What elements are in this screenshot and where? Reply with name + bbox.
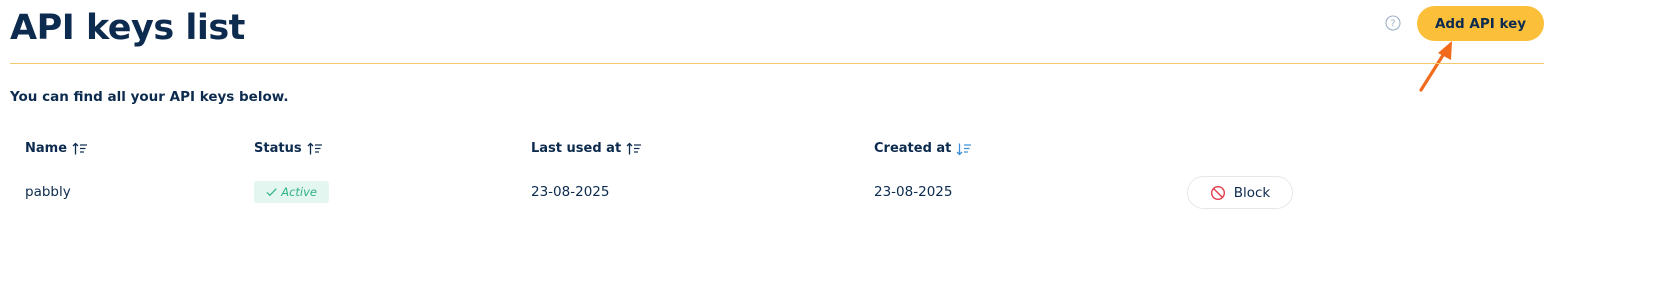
column-header-label: Created at [874,141,952,156]
status-label: Active [281,185,317,199]
column-header-name[interactable]: Name [25,141,88,156]
sort-ascending-icon [72,142,88,154]
svg-text:?: ? [1390,19,1395,30]
column-header-created-at[interactable]: Created at [874,141,972,156]
column-header-label: Name [25,141,68,156]
column-header-label: Status [254,141,302,156]
sort-ascending-icon [307,142,322,154]
sort-descending-icon [956,143,972,155]
status-badge: Active [254,181,329,203]
block-icon [1210,185,1225,200]
column-header-last-used-at[interactable]: Last used at [531,141,642,156]
question-circle-icon[interactable]: ? [1385,15,1401,31]
api-key-name: pabbly [25,184,71,200]
page-subtitle: You can find all your API keys below. [10,89,289,105]
pointer-arrow-icon [1419,41,1452,92]
last-used-at-value: 23-08-2025 [531,184,610,200]
sort-ascending-icon [626,142,642,154]
add-api-key-button[interactable]: Add API key [1417,6,1544,41]
page-title: API keys list [10,8,245,48]
created-at-value: 23-08-2025 [874,184,953,200]
column-header-status[interactable]: Status [254,141,323,156]
column-header-label: Last used at [531,141,622,156]
block-button[interactable]: Block [1187,176,1293,209]
header-divider [10,63,1544,64]
block-button-label: Block [1233,184,1271,201]
check-icon [266,188,277,197]
api-keys-page: API keys list ? Add API key You can find… [0,0,1658,283]
